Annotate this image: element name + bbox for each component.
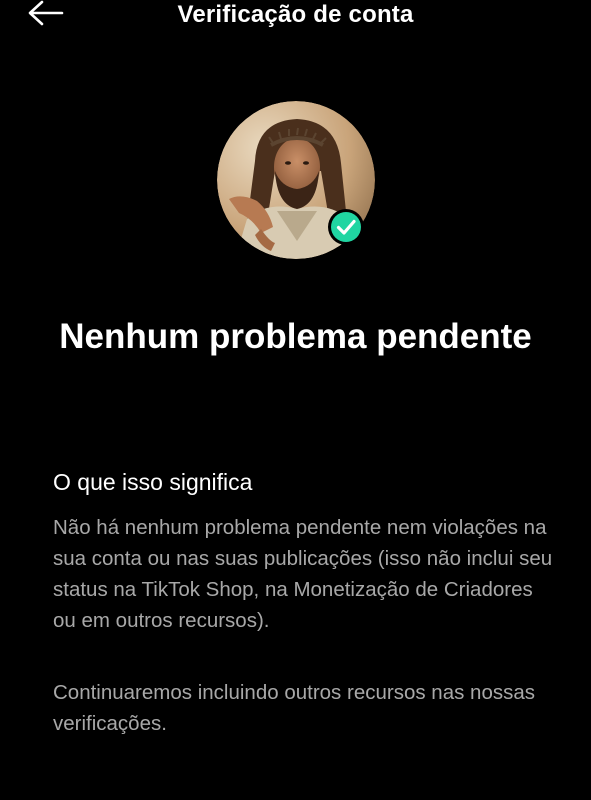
description-paragraph: Não há nenhum problema pendente nem viol… [53, 516, 553, 632]
page-title: Verificação de conta [177, 1, 414, 28]
info-paragraph: Continuaremos incluindo outros recursos … [53, 681, 536, 735]
top-bar: Verificação de conta [0, 0, 591, 34]
check-circle-icon [328, 209, 364, 245]
section-heading: O que isso significa [53, 469, 253, 495]
profile-avatar-container [217, 101, 375, 259]
status-title: Nenhum problema pendente [59, 317, 532, 356]
